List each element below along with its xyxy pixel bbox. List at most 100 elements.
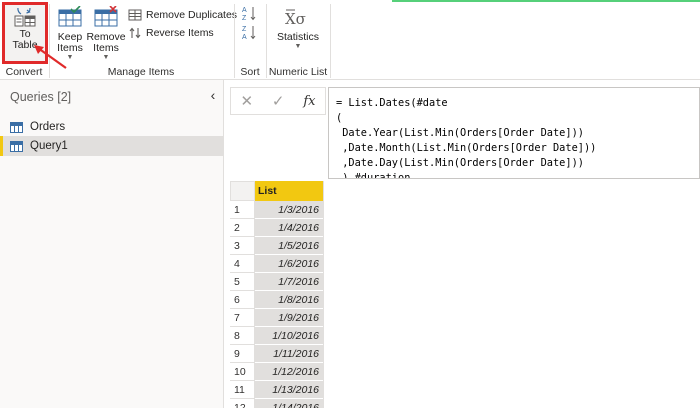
cell-value[interactable]: 1/11/2016 xyxy=(255,345,323,363)
table-row[interactable]: 3 1/5/2016 xyxy=(230,237,323,255)
cell-value[interactable]: 1/6/2016 xyxy=(255,255,323,273)
column-header-list[interactable]: List xyxy=(255,181,323,201)
table-row[interactable]: 4 1/6/2016 xyxy=(230,255,323,273)
keep-items-label-line2: Items xyxy=(57,42,83,54)
query-item-query1[interactable]: Query1 xyxy=(0,136,223,156)
statistics-button[interactable]: Χσ Statistics ▼ xyxy=(271,2,325,51)
row-number: 8 xyxy=(230,327,255,345)
table-row[interactable]: 5 1/7/2016 xyxy=(230,273,323,291)
remove-duplicates-icon xyxy=(127,7,143,23)
cell-value[interactable]: 1/9/2016 xyxy=(255,309,323,327)
table-row[interactable]: 12 1/14/2016 xyxy=(230,399,323,408)
chevron-down-icon: ▼ xyxy=(294,43,302,50)
to-table-label-line2: Table xyxy=(12,39,38,51)
table-icon xyxy=(10,140,23,152)
formula-line: ),#duration xyxy=(336,172,411,179)
cancel-formula-icon[interactable]: ✕ xyxy=(240,92,253,110)
table-row[interactable]: 7 1/9/2016 xyxy=(230,309,323,327)
cell-value[interactable]: 1/4/2016 xyxy=(255,219,323,237)
row-number: 7 xyxy=(230,309,255,327)
reverse-items-label: Reverse Items xyxy=(146,27,214,39)
table-row[interactable]: 2 1/4/2016 xyxy=(230,219,323,237)
remove-items-icon xyxy=(90,2,122,32)
svg-text:A: A xyxy=(242,7,247,14)
keep-items-icon xyxy=(54,2,86,32)
query-item-label: Query1 xyxy=(30,140,68,152)
table-row[interactable]: 10 1/12/2016 xyxy=(230,363,323,381)
manage-items-group: Keep Items ▼ Remove Items ▼ Remove Dupli… xyxy=(50,0,237,80)
cell-value[interactable]: 1/12/2016 xyxy=(255,363,323,381)
statistics-sigma-icon: Χσ xyxy=(282,2,314,32)
reverse-items-button[interactable]: Reverse Items xyxy=(127,24,214,42)
cell-value[interactable]: 1/10/2016 xyxy=(255,327,323,345)
formula-editor[interactable]: = List.Dates(#date ( Date.Year(List.Min(O… xyxy=(328,87,700,179)
formula-line: Date.Year(List.Min(Orders[Order Date])) xyxy=(336,127,584,139)
query-item-orders[interactable]: Orders xyxy=(0,117,223,137)
statistics-label: Statistics xyxy=(276,31,319,43)
row-number: 6 xyxy=(230,291,255,309)
row-number: 3 xyxy=(230,237,255,255)
sort-group: A Z Z A Sort xyxy=(235,0,265,80)
to-table-icon xyxy=(9,7,41,29)
grid-right-border xyxy=(323,181,324,408)
formula-line: ,Date.Day(List.Min(Orders[Order Date])) xyxy=(336,157,584,169)
row-number: 10 xyxy=(230,363,255,381)
keep-items-button[interactable]: Keep Items ▼ xyxy=(52,2,88,62)
sort-descending-icon: Z A xyxy=(242,24,258,40)
row-number: 1 xyxy=(230,201,255,219)
numeric-list-group-label: Numeric List xyxy=(268,66,328,78)
sort-group-label: Sort xyxy=(240,66,260,78)
table-row[interactable]: 8 1/10/2016 xyxy=(230,327,323,345)
formula-line: ( xyxy=(336,112,343,124)
manage-items-group-label: Manage Items xyxy=(107,66,175,78)
cell-value[interactable]: 1/8/2016 xyxy=(255,291,323,309)
cell-value[interactable]: 1/7/2016 xyxy=(255,273,323,291)
convert-group-label: Convert xyxy=(5,66,43,78)
cell-value[interactable]: 1/14/2016 xyxy=(255,399,323,408)
table-row[interactable]: 1 1/3/2016 xyxy=(230,201,323,219)
grid-corner[interactable] xyxy=(230,181,255,201)
fx-icon[interactable]: fx xyxy=(303,94,315,109)
remove-items-label-line2: Items xyxy=(93,42,119,54)
reverse-items-icon xyxy=(127,25,143,41)
cell-value[interactable]: 1/13/2016 xyxy=(255,381,323,399)
table-icon xyxy=(10,121,23,133)
remove-duplicates-label: Remove Duplicates xyxy=(146,9,238,21)
table-row[interactable]: 9 1/11/2016 xyxy=(230,345,323,363)
queries-header: Queries [2] xyxy=(10,90,72,104)
convert-group: To Table Convert xyxy=(0,0,48,80)
formula-bar-controls: ✕ ✓ fx xyxy=(230,87,326,115)
row-number: 2 xyxy=(230,219,255,237)
sort-ascending-icon: A Z xyxy=(242,5,258,21)
chevron-down-icon: ▼ xyxy=(66,54,74,61)
sort-descending-button[interactable]: Z A xyxy=(242,23,258,41)
collapse-pane-icon[interactable]: ‹ xyxy=(206,87,220,103)
table-row[interactable]: 11 1/13/2016 xyxy=(230,381,323,399)
svg-text:Z: Z xyxy=(242,26,247,33)
cell-value[interactable]: 1/5/2016 xyxy=(255,237,323,255)
ribbon: To Table Convert Keep Items ▼ Remove Ite… xyxy=(0,0,700,80)
svg-text:A: A xyxy=(242,34,247,40)
remove-items-button[interactable]: Remove Items ▼ xyxy=(86,2,126,62)
to-table-button[interactable]: To Table xyxy=(2,2,48,64)
query-item-label: Orders xyxy=(30,121,66,133)
row-number: 9 xyxy=(230,345,255,363)
formula-line: ,Date.Month(List.Min(Orders[Order Date])… xyxy=(336,142,597,154)
group-divider xyxy=(330,4,331,78)
svg-text:Χσ: Χσ xyxy=(285,10,306,28)
row-number: 12 xyxy=(230,399,255,408)
numeric-list-group: Χσ Statistics ▼ Numeric List xyxy=(267,0,329,80)
svg-text:Z: Z xyxy=(242,15,247,21)
row-number: 5 xyxy=(230,273,255,291)
chevron-down-icon: ▼ xyxy=(102,54,110,61)
confirm-formula-icon[interactable]: ✓ xyxy=(272,92,285,110)
ribbon-accent-bar xyxy=(392,0,700,2)
remove-duplicates-button[interactable]: Remove Duplicates xyxy=(127,6,237,24)
formula-line: = List.Dates(#date xyxy=(336,97,448,109)
row-number: 4 xyxy=(230,255,255,273)
sort-ascending-button[interactable]: A Z xyxy=(242,4,258,22)
queries-pane: Queries [2] ‹ Orders Query1 xyxy=(0,80,224,408)
table-row[interactable]: 6 1/8/2016 xyxy=(230,291,323,309)
cell-value[interactable]: 1/3/2016 xyxy=(255,201,323,219)
row-number: 11 xyxy=(230,381,255,399)
